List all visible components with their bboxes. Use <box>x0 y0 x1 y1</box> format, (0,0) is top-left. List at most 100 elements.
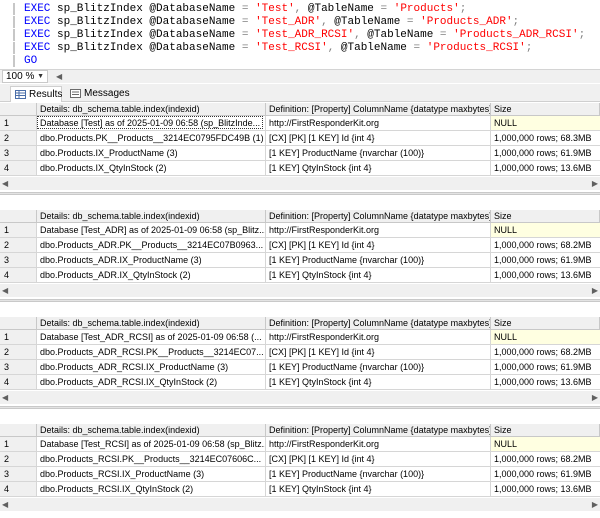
column-header[interactable]: Size <box>491 317 600 330</box>
table-cell[interactable]: dbo.Products_ADR_RCSI.IX_QtyInStock (2) <box>37 375 266 390</box>
row-number[interactable]: 4 <box>0 161 37 176</box>
table-cell[interactable]: [1 KEY] ProductName {nvarchar (100)} <box>266 253 491 268</box>
table-row[interactable]: 4 dbo.Products_ADR_RCSI.IX_QtyInStock (2)… <box>0 375 600 390</box>
table-cell[interactable]: [1 KEY] QtyInStock {int 4} <box>266 482 491 497</box>
sql-line[interactable]: EXEC sp_BlitzIndex @DatabaseName = 'Test… <box>0 16 600 28</box>
sql-code[interactable]: EXEC sp_BlitzIndex @DatabaseName = 'Test… <box>24 16 519 28</box>
scroll-left-icon[interactable]: ◀ <box>56 71 62 83</box>
select-all-corner[interactable] <box>0 210 37 223</box>
scroll-left-icon[interactable]: ◀ <box>2 500 8 509</box>
row-number[interactable]: 2 <box>0 238 37 253</box>
table-cell[interactable]: 1,000,000 rows; 61.9MB <box>491 253 600 268</box>
column-header[interactable]: Definition: [Property] ColumnName {datat… <box>266 424 491 437</box>
row-number[interactable]: 3 <box>0 253 37 268</box>
sql-code[interactable]: EXEC sp_BlitzIndex @DatabaseName = 'Test… <box>24 29 585 41</box>
table-cell[interactable]: Database [Test_RCSI] as of 2025-01-09 06… <box>37 437 266 452</box>
table-cell[interactable]: dbo.Products_ADR_RCSI.PK__Products__3214… <box>37 345 266 360</box>
table-cell[interactable]: [1 KEY] ProductName {nvarchar (100)} <box>266 467 491 482</box>
table-row[interactable]: 1 Database [Test] as of 2025-01-09 06:58 … <box>0 116 600 131</box>
table-cell[interactable]: NULL <box>491 223 600 238</box>
row-number[interactable]: 1 <box>0 330 37 345</box>
row-number[interactable]: 4 <box>0 482 37 497</box>
scroll-right-icon[interactable]: ▶ <box>592 286 598 295</box>
row-number[interactable]: 3 <box>0 467 37 482</box>
grid-splitter[interactable] <box>0 299 600 302</box>
tab-messages[interactable]: Messages <box>66 86 130 102</box>
sql-code[interactable]: EXEC sp_BlitzIndex @DatabaseName = 'Test… <box>24 3 466 15</box>
column-header[interactable]: Definition: [Property] ColumnName {datat… <box>266 210 491 223</box>
scroll-right-icon[interactable]: ▶ <box>592 500 598 509</box>
row-number[interactable]: 3 <box>0 146 37 161</box>
table-cell[interactable]: 1,000,000 rows; 68.2MB <box>491 452 600 467</box>
grid-horizontal-scrollbar[interactable]: ◀ ▶ <box>0 498 600 511</box>
table-row[interactable]: 1 Database [Test_RCSI] as of 2025-01-09 0… <box>0 437 600 452</box>
table-row[interactable]: 3 dbo.Products_ADR.IX_ProductName (3) [1 K… <box>0 253 600 268</box>
table-cell[interactable]: [1 KEY] QtyInStock {int 4} <box>266 375 491 390</box>
grid-horizontal-scrollbar[interactable]: ◀ ▶ <box>0 177 600 190</box>
table-cell[interactable]: [CX] [PK] [1 KEY] Id {int 4} <box>266 345 491 360</box>
select-all-corner[interactable] <box>0 424 37 437</box>
table-cell[interactable]: http://FirstResponderKit.org <box>266 330 491 345</box>
chevron-down-icon[interactable]: ▼ <box>37 73 44 80</box>
column-header[interactable]: Definition: [Property] ColumnName {datat… <box>266 103 491 116</box>
table-cell[interactable]: [1 KEY] ProductName {nvarchar (100)} <box>266 146 491 161</box>
table-cell[interactable]: 1,000,000 rows; 13.6MB <box>491 482 600 497</box>
table-cell[interactable]: 1,000,000 rows; 61.9MB <box>491 467 600 482</box>
table-cell[interactable]: [CX] [PK] [1 KEY] Id {int 4} <box>266 131 491 146</box>
row-number[interactable]: 3 <box>0 360 37 375</box>
sql-editor[interactable]: EXEC sp_BlitzIndex @DatabaseName = 'Test… <box>0 0 600 68</box>
scroll-right-icon[interactable]: ▶ <box>592 179 598 188</box>
table-cell[interactable]: http://FirstResponderKit.org <box>266 437 491 452</box>
table-cell[interactable]: dbo.Products_RCSI.IX_ProductName (3) <box>37 467 266 482</box>
table-cell[interactable]: 1,000,000 rows; 13.6MB <box>491 161 600 176</box>
row-number[interactable]: 1 <box>0 437 37 452</box>
row-number[interactable]: 2 <box>0 345 37 360</box>
table-cell[interactable]: http://FirstResponderKit.org <box>266 223 491 238</box>
table-cell[interactable]: dbo.Products.IX_QtyInStock (2) <box>37 161 266 176</box>
column-header[interactable]: Details: db_schema.table.index(indexid) <box>37 424 266 437</box>
table-cell[interactable]: [1 KEY] ProductName {nvarchar (100)} <box>266 360 491 375</box>
table-cell[interactable]: 1,000,000 rows; 13.6MB <box>491 268 600 283</box>
select-all-corner[interactable] <box>0 103 37 116</box>
table-cell[interactable]: NULL <box>491 116 600 131</box>
table-cell[interactable]: dbo.Products_RCSI.IX_QtyInStock (2) <box>37 482 266 497</box>
table-row[interactable]: 1 Database [Test_ADR_RCSI] as of 2025-01-… <box>0 330 600 345</box>
table-cell[interactable]: dbo.Products_ADR_RCSI.IX_ProductName (3) <box>37 360 266 375</box>
sql-code[interactable]: EXEC sp_BlitzIndex @DatabaseName = 'Test… <box>24 42 532 54</box>
column-header[interactable]: Details: db_schema.table.index(indexid) <box>37 103 266 116</box>
table-cell[interactable]: Database [Test_ADR_RCSI] as of 2025-01-0… <box>37 330 266 345</box>
sql-line[interactable]: GO <box>0 55 600 67</box>
sql-code[interactable]: GO <box>24 55 37 67</box>
table-cell[interactable]: Database [Test] as of 2025-01-09 06:58 (… <box>37 116 266 131</box>
column-header[interactable]: Definition: [Property] ColumnName {datat… <box>266 317 491 330</box>
table-cell[interactable]: dbo.Products_ADR.IX_QtyInStock (2) <box>37 268 266 283</box>
row-number[interactable]: 2 <box>0 131 37 146</box>
table-row[interactable]: 2 dbo.Products_RCSI.PK__Products__3214EC0… <box>0 452 600 467</box>
sql-line[interactable]: EXEC sp_BlitzIndex @DatabaseName = 'Test… <box>0 3 600 15</box>
grid-splitter[interactable] <box>0 406 600 409</box>
table-cell[interactable]: dbo.Products_RCSI.PK__Products__3214EC07… <box>37 452 266 467</box>
table-cell[interactable]: dbo.Products.PK__Products__3214EC0795FDC… <box>37 131 266 146</box>
table-cell[interactable]: 1,000,000 rows; 13.6MB <box>491 375 600 390</box>
table-row[interactable]: 4 dbo.Products_ADR.IX_QtyInStock (2) [1 KE… <box>0 268 600 283</box>
column-header[interactable]: Details: db_schema.table.index(indexid) <box>37 317 266 330</box>
row-number[interactable]: 1 <box>0 116 37 131</box>
table-cell[interactable]: [1 KEY] QtyInStock {int 4} <box>266 268 491 283</box>
table-cell[interactable]: Database [Test_ADR] as of 2025-01-09 06:… <box>37 223 266 238</box>
grid-horizontal-scrollbar[interactable]: ◀ ▶ <box>0 284 600 297</box>
scroll-right-icon[interactable]: ▶ <box>592 393 598 402</box>
sql-line[interactable]: EXEC sp_BlitzIndex @DatabaseName = 'Test… <box>0 29 600 41</box>
table-row[interactable]: 2 dbo.Products_ADR.PK__Products__3214EC07… <box>0 238 600 253</box>
table-row[interactable]: 2 dbo.Products_ADR_RCSI.PK__Products__321… <box>0 345 600 360</box>
scroll-left-icon[interactable]: ◀ <box>2 286 8 295</box>
row-number[interactable]: 1 <box>0 223 37 238</box>
row-number[interactable]: 2 <box>0 452 37 467</box>
select-all-corner[interactable] <box>0 317 37 330</box>
table-cell[interactable]: NULL <box>491 437 600 452</box>
table-row[interactable]: 3 dbo.Products.IX_ProductName (3) [1 KEY] … <box>0 146 600 161</box>
table-cell[interactable]: [1 KEY] QtyInStock {int 4} <box>266 161 491 176</box>
sql-line[interactable]: EXEC sp_BlitzIndex @DatabaseName = 'Test… <box>0 42 600 54</box>
table-row[interactable]: 4 dbo.Products.IX_QtyInStock (2) [1 KEY] Q… <box>0 161 600 176</box>
table-row[interactable]: 4 dbo.Products_RCSI.IX_QtyInStock (2) [1 K… <box>0 482 600 497</box>
column-header[interactable]: Size <box>491 103 600 116</box>
